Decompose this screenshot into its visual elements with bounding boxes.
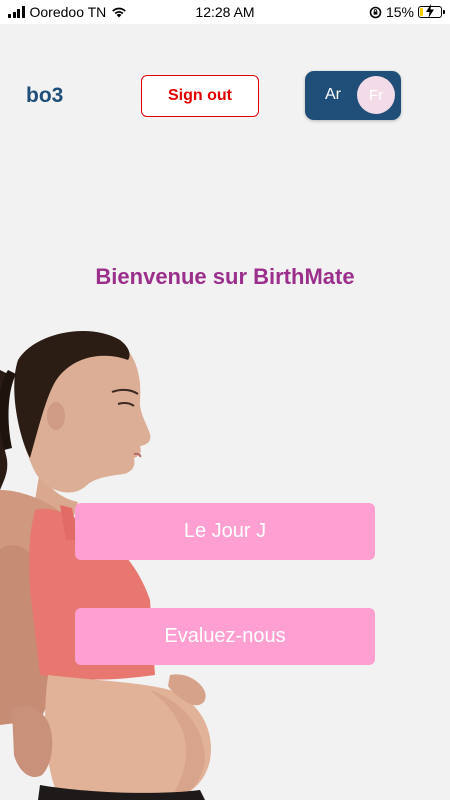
status-left: Ooredoo TN: [8, 4, 127, 20]
wifi-icon: [112, 7, 127, 18]
evaluez-nous-button[interactable]: Evaluez-nous: [75, 608, 375, 665]
lang-option-ar[interactable]: Ar: [325, 86, 341, 104]
app-name: bo3: [26, 84, 64, 107]
lang-option-fr[interactable]: Fr: [357, 76, 395, 114]
battery-percent: 15%: [385, 4, 414, 20]
signal-icon: [8, 6, 25, 18]
charging-bolt-icon: [426, 4, 434, 18]
status-right: 15%: [369, 4, 445, 20]
status-bar: Ooredoo TN 12:28 AM 15%: [0, 0, 450, 24]
orientation-lock-icon: [369, 6, 382, 18]
language-toggle[interactable]: Ar Fr: [305, 71, 401, 120]
battery-icon: [418, 4, 445, 18]
pregnant-woman-image: [0, 330, 211, 800]
welcome-title: Bienvenue sur BirthMate: [95, 264, 355, 289]
sign-out-button[interactable]: Sign out: [141, 75, 259, 117]
le-jour-j-button[interactable]: Le Jour J: [75, 503, 375, 560]
battery-fill: [420, 8, 423, 16]
carrier-label: Ooredoo TN: [29, 4, 107, 20]
